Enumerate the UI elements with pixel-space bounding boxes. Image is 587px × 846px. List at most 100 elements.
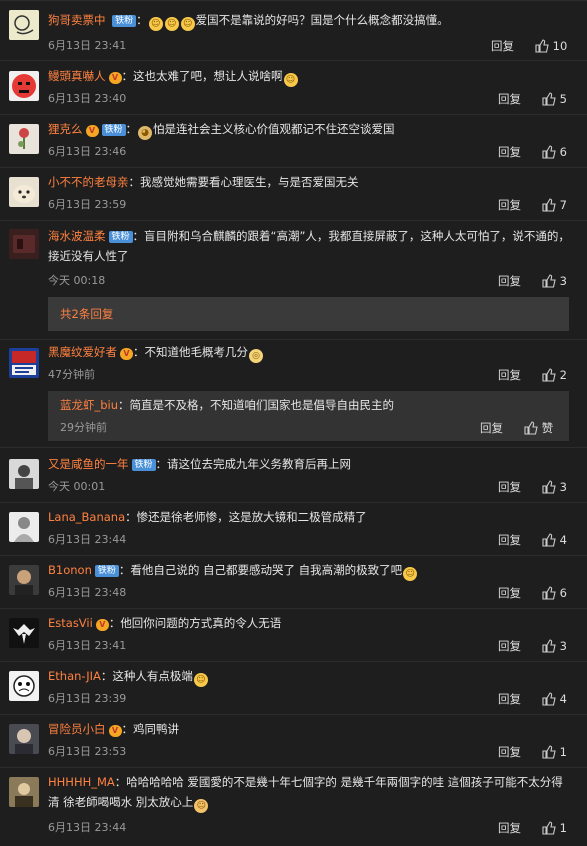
reply-button[interactable]: 回复 (498, 274, 521, 288)
timestamp: 47分钟前 (48, 368, 95, 381)
like-button[interactable]: 3 (542, 639, 567, 653)
avatar[interactable] (9, 229, 39, 259)
avatar[interactable] (9, 10, 39, 40)
like-button[interactable]: 1 (542, 821, 567, 835)
username-link[interactable]: 狗哥卖票中 (48, 13, 106, 27)
username-link[interactable]: B1onon (48, 563, 92, 577)
like-button[interactable]: 7 (542, 198, 567, 212)
avatar[interactable] (9, 71, 39, 101)
divider (0, 60, 587, 61)
reply-button[interactable]: 回复 (498, 198, 521, 212)
like-button[interactable]: 3 (542, 274, 567, 288)
like-button[interactable]: 赞 (524, 421, 553, 435)
timestamp: 6月13日 23:41 (48, 639, 127, 652)
reply-button[interactable]: 回复 (498, 821, 521, 835)
vip-badge-icon: V (95, 619, 109, 631)
like-button[interactable]: 5 (542, 92, 567, 106)
avatar[interactable] (9, 724, 39, 754)
comment-line: 海水波温柔 铁粉 ：盲目附和乌合麒麟的跟着“高潮”人，我都直接屏蔽了，这种人太可怕了… (48, 229, 570, 263)
timestamp: 6月13日 23:46 (48, 145, 127, 158)
like-button[interactable]: 3 (542, 480, 567, 494)
reply-button[interactable]: 回复 (491, 39, 514, 53)
like-button[interactable]: 6 (542, 586, 567, 600)
reply-button[interactable]: 回复 (498, 145, 521, 159)
avatar[interactable] (9, 348, 39, 378)
thumbs-up-icon (542, 368, 556, 382)
like-button[interactable]: 2 (542, 368, 567, 382)
avatar[interactable] (9, 459, 39, 489)
like-count: 10 (552, 39, 568, 53)
username-link[interactable]: Ethan-JIA (48, 669, 101, 683)
timestamp: 6月13日 23:44 (48, 821, 127, 834)
sub-reply-text: 简直是不及格，不知道咱们国家也是倡导自由民主的 (129, 398, 395, 412)
timestamp: 6月13日 23:39 (48, 692, 127, 705)
username-link[interactable]: HHHHH_MA (48, 775, 115, 789)
like-count: 1 (559, 745, 567, 759)
like-count: 1 (559, 821, 567, 835)
avatar[interactable] (9, 777, 39, 807)
reply-button[interactable]: 回复 (498, 692, 521, 706)
divider (0, 608, 587, 609)
avatar-image (9, 512, 39, 542)
avatar-image (9, 229, 39, 259)
reply-button[interactable]: 回复 (498, 368, 521, 382)
reply-button[interactable]: 回复 (498, 586, 521, 600)
avatar[interactable] (9, 177, 39, 207)
smirk-emoji-icon: ☺ (193, 673, 208, 687)
fan-badge: 铁粉 (94, 565, 119, 577)
reply-button[interactable]: 回复 (498, 533, 521, 547)
like-button[interactable]: 10 (535, 39, 567, 53)
comment-text: 这种人有点极端 (112, 669, 193, 683)
username-link[interactable]: 狸克么 (48, 122, 83, 136)
like-count: 2 (559, 368, 567, 382)
like-count: 3 (559, 480, 567, 494)
comment-text: 哈哈哈哈哈 爱國愛的不是幾十年七個字的 是幾千年兩個字的哇 這個孩子可能不太分得… (48, 775, 563, 809)
reply-button[interactable]: 回复 (498, 745, 521, 759)
divider (0, 767, 587, 768)
username-link[interactable]: EstasVii (48, 616, 93, 630)
username-link[interactable]: 海水波温柔 (48, 229, 106, 243)
reply-button[interactable]: 回复 (498, 480, 521, 494)
reply-button[interactable]: 回复 (498, 92, 521, 106)
username-link[interactable]: 小不不的老母亲 (48, 175, 129, 189)
blessing-emoji-icon: ☺ (194, 799, 209, 813)
thumbs-up-icon (542, 745, 556, 759)
divider (0, 447, 587, 448)
comment-line: B1onon 铁粉 ：看他自己说的 自己都要感动哭了 自我高潮的极致了吧 ☺ (48, 560, 573, 581)
comment-line: 狗哥卖票中 铁粉： ☺ ☺ ☺ 爱国不是靠说的好吗？国是个什么概念都没搞懂。 (48, 13, 449, 31)
divider (0, 167, 587, 168)
avatar[interactable] (9, 124, 39, 154)
thumbs-up-icon (542, 92, 556, 106)
divider (0, 339, 587, 340)
timestamp: 6月13日 23:40 (48, 92, 127, 105)
username-link[interactable]: 黑魔纹爱好者 (48, 345, 117, 359)
timestamp: 6月13日 23:53 (48, 745, 127, 758)
fan-badge: 铁粉 (112, 15, 137, 27)
glasses-emoji-icon: ◎ (249, 349, 263, 363)
like-button[interactable]: 6 (542, 145, 567, 159)
more-replies-link[interactable]: 共2条回复 (48, 297, 569, 331)
like-label: 赞 (541, 421, 554, 435)
like-button[interactable]: 4 (542, 692, 567, 706)
reply-button[interactable]: 回复 (480, 421, 503, 435)
avatar[interactable] (9, 565, 39, 595)
grin-emoji-icon: ☺ (403, 567, 418, 581)
avatar[interactable] (9, 512, 39, 542)
reply-button[interactable]: 回复 (498, 639, 521, 653)
divider (0, 502, 587, 503)
avatar[interactable] (9, 671, 39, 701)
avatar[interactable] (9, 618, 39, 648)
thumbs-up-icon (542, 480, 556, 494)
like-button[interactable]: 1 (542, 745, 567, 759)
username-link[interactable]: 蓝龙虾_biu (60, 398, 118, 412)
like-button[interactable]: 4 (542, 533, 567, 547)
vip-badge-icon: V (85, 125, 99, 137)
thumbs-up-icon (535, 39, 549, 53)
username-link[interactable]: 冒险员小白 (48, 722, 106, 736)
username-link[interactable]: 又是咸鱼的一年 (48, 457, 129, 471)
comment-text: 我感觉她需要看心理医生，与是否爱国无关 (140, 175, 359, 189)
timestamp: 6月13日 23:41 (48, 39, 127, 52)
comment-text: 请这位去完成九年义务教育后再上网 (167, 457, 352, 471)
username-link[interactable]: Lana_Banana (48, 510, 125, 524)
username-link[interactable]: 鳗頭真嚇人 (48, 69, 106, 83)
